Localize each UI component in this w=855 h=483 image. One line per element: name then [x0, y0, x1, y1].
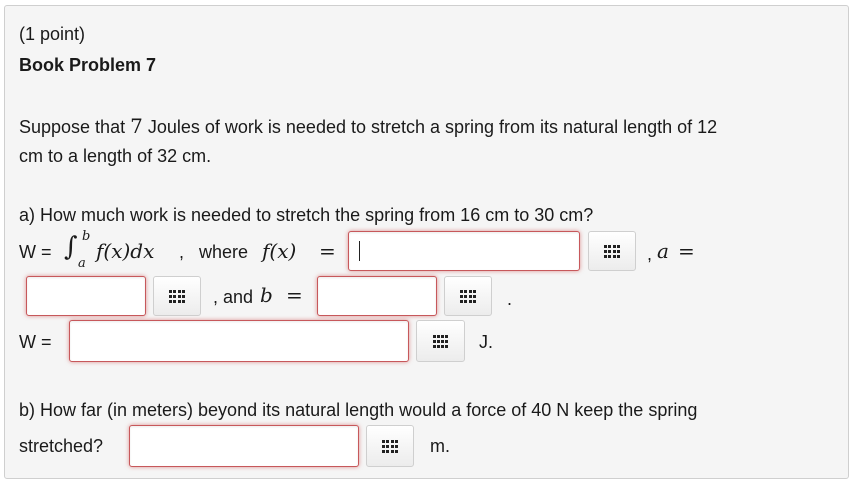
- grid-icon: [169, 290, 185, 303]
- points-label: (1 point): [19, 24, 86, 44]
- unit-meters: m.: [430, 436, 450, 456]
- and-label: , and: [213, 287, 254, 307]
- fx-label: f(x): [262, 239, 297, 263]
- equals-sign-a: =: [678, 239, 695, 263]
- equals-sign-b: =: [286, 283, 303, 307]
- equation-editor-button-w[interactable]: [416, 320, 465, 362]
- w-label-2: W =: [19, 332, 52, 352]
- intro-line-1: Suppose that 7 Joules of work is needed …: [19, 115, 717, 138]
- problem-title: Book Problem 7: [19, 55, 157, 75]
- unit-joules: J.: [479, 332, 494, 352]
- equation-editor-button-b[interactable]: [444, 276, 492, 316]
- a-input[interactable]: [26, 276, 146, 316]
- where-label: where: [199, 242, 249, 262]
- a-variable: a: [657, 239, 669, 263]
- integral-lower-limit: a: [78, 256, 86, 271]
- work-value: 7: [130, 114, 143, 138]
- distance-input[interactable]: [129, 425, 359, 467]
- comma-after-integral: ,: [179, 242, 185, 262]
- grid-icon: [382, 440, 398, 453]
- b-variable: b: [260, 283, 273, 307]
- equation-editor-button-distance[interactable]: [366, 425, 414, 467]
- part-b-question-line-2: stretched?: [19, 436, 104, 456]
- comma-before-a: ,: [647, 244, 653, 264]
- equation-editor-button-f[interactable]: [588, 231, 636, 271]
- grid-icon: [460, 290, 476, 303]
- grid-icon: [604, 245, 620, 258]
- grid-icon: [432, 335, 449, 348]
- integrand: f(x)dx: [96, 239, 155, 263]
- part-b-question-line-1: b) How far (in meters) beyond its natura…: [19, 400, 698, 420]
- text-caret: [359, 241, 360, 261]
- integral-upper-limit: b: [82, 229, 91, 244]
- integral-sign: ∫: [64, 232, 78, 262]
- equals-sign: =: [319, 239, 336, 263]
- intro-line-2: cm to a length of 32 cm.: [19, 146, 212, 166]
- part-a-question: a) How much work is needed to stretch th…: [19, 205, 594, 225]
- period: .: [507, 289, 513, 309]
- b-input[interactable]: [317, 276, 437, 316]
- f-of-x-input[interactable]: [348, 231, 580, 271]
- equation-editor-button-a[interactable]: [153, 276, 201, 316]
- intro-text-start: Suppose that: [19, 117, 126, 137]
- problem-panel: (1 point) Book Problem 7 Suppose that 7 …: [4, 5, 849, 479]
- w-input[interactable]: [69, 320, 409, 362]
- intro-text-end: Joules of work is needed to stretch a sp…: [147, 117, 718, 137]
- w-label: W =: [19, 242, 52, 262]
